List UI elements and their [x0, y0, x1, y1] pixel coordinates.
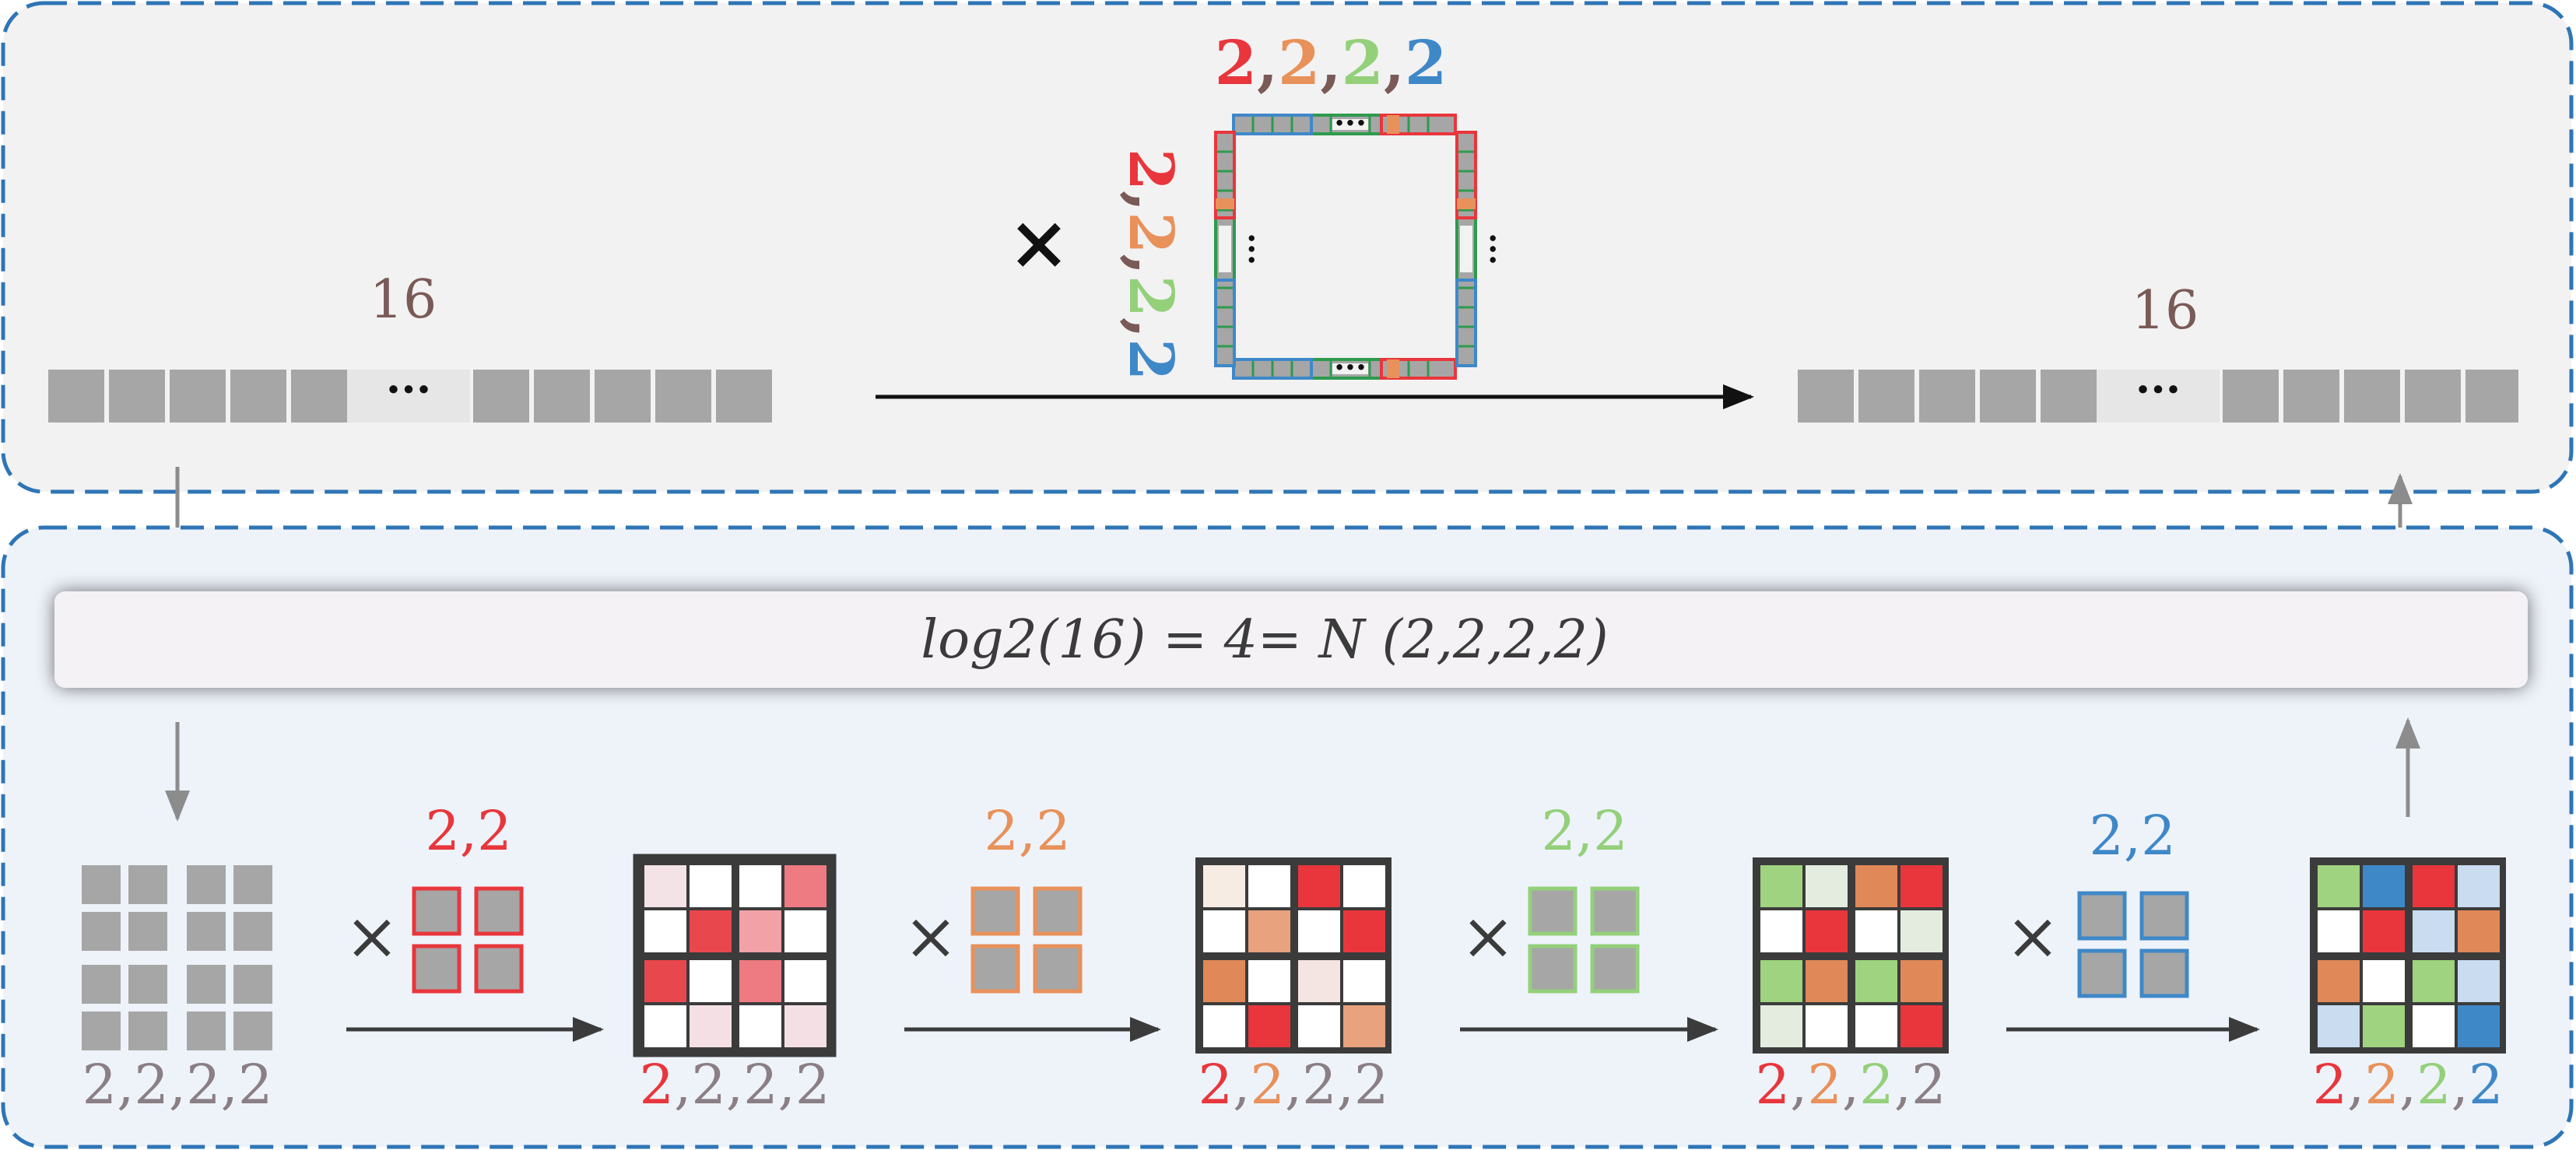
times-icon: × — [1461, 898, 1515, 974]
stage-label-1: 2,2,2,2 — [640, 1053, 830, 1117]
factor-label-4: 2,2 — [2089, 804, 2175, 868]
input-length-label: 16 — [370, 269, 437, 331]
input-ellipsis: ··· — [386, 364, 432, 415]
stage-label-3: 2,2,2,2 — [1756, 1053, 1946, 1117]
times-icon: × — [904, 898, 958, 974]
start-grid-label: 2,2,2,2 — [82, 1053, 273, 1117]
factor-label-3: 2,2 — [1541, 799, 1627, 863]
svg-text:···: ··· — [1334, 349, 1367, 386]
stage-matrix-2 — [1195, 857, 1392, 1054]
stage-matrix-1 — [633, 854, 837, 1057]
svg-text:···: ··· — [1233, 233, 1269, 265]
matrix-top-dims: 2,2,2,2 — [1215, 28, 1448, 99]
transform-matrix: ··· ··· ··· ··· — [1214, 105, 1511, 386]
times-icon: × — [2006, 898, 2060, 974]
butterfly-factorization-diagram: ··· 16 ··· 16 × 2,2,2,2 2,2,2,2 ··· ··· … — [1, 1, 2574, 1149]
output-length-label: 16 — [2132, 280, 2199, 342]
times-icon: × — [345, 898, 399, 974]
svg-text:···: ··· — [1474, 233, 1511, 265]
factor-label-1: 2,2 — [425, 799, 511, 863]
stage-matrix-4 — [2310, 857, 2506, 1054]
factor-label-2: 2,2 — [984, 799, 1070, 863]
matrix-side-dims: 2,2,2,2 — [1115, 149, 1186, 381]
output-ellipsis: ··· — [2136, 364, 2181, 415]
stage-label-2: 2,2,2,2 — [1199, 1053, 1389, 1117]
times-icon: × — [1008, 198, 1070, 286]
formula-text: log2(16) = 4= N (2,2,2,2) — [921, 609, 1608, 671]
svg-text:···: ··· — [1334, 105, 1367, 142]
stage-label-4: 2,2,2,2 — [2313, 1053, 2504, 1117]
stage-matrix-3 — [1753, 857, 1949, 1054]
